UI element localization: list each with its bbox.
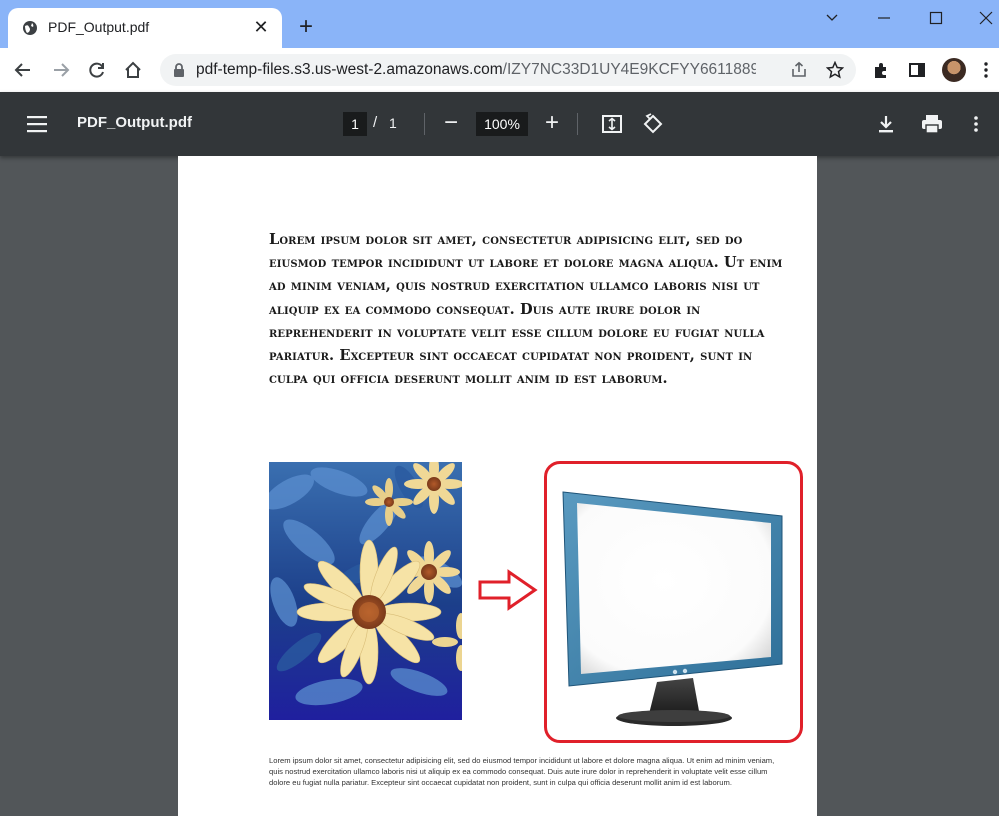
menu-icon[interactable] [26, 114, 48, 134]
globe-icon [23, 21, 37, 35]
close-icon[interactable]: ✕ [250, 16, 272, 38]
extensions-icon[interactable] [866, 55, 896, 85]
address-bar[interactable]: pdf-temp-files.s3.us-west-2.amazonaws.co… [160, 54, 856, 86]
maximize-icon[interactable] [912, 0, 960, 36]
rotate-icon[interactable] [641, 112, 665, 136]
forward-icon[interactable] [46, 55, 76, 85]
more-icon[interactable] [976, 55, 996, 85]
minimize-icon[interactable] [860, 0, 908, 36]
url-path: /IZY7NC33D1UY4E9KCFYY6611889I... [502, 61, 756, 78]
side-panel-icon[interactable] [902, 55, 932, 85]
url-host: pdf-temp-files.s3.us-west-2.amazonaws.co… [196, 61, 503, 78]
zoom-in-button[interactable]: + [541, 109, 563, 137]
more-icon[interactable] [966, 112, 986, 136]
pdf-title: PDF_Output.pdf [77, 114, 192, 131]
chevron-down-icon[interactable] [808, 0, 856, 36]
plus-icon[interactable]: + [292, 14, 320, 42]
small-paragraph: Lorem ipsum dolor sit amet, consectetur … [269, 756, 775, 787]
toolbar-divider [577, 113, 578, 135]
window-close-icon[interactable] [962, 0, 999, 36]
fit-page-icon[interactable] [600, 112, 624, 136]
avatar[interactable] [942, 58, 966, 82]
flower-image [269, 462, 462, 720]
page-number-input[interactable]: 1 [343, 112, 367, 136]
pdf-page: Lorem ipsum dolor sit amet, consectetur … [178, 156, 817, 816]
zoom-level-input[interactable]: 100% [476, 112, 528, 136]
share-icon[interactable] [788, 59, 810, 81]
browser-toolbar: pdf-temp-files.s3.us-west-2.amazonaws.co… [0, 48, 999, 92]
star-icon[interactable] [824, 59, 846, 81]
home-icon[interactable] [118, 55, 148, 85]
url-text: pdf-temp-files.s3.us-west-2.amazonaws.co… [196, 61, 756, 79]
lock-icon[interactable] [172, 62, 186, 78]
reload-icon[interactable] [82, 55, 112, 85]
browser-tab[interactable]: PDF_Output.pdf ✕ [8, 8, 282, 48]
monitor-image [562, 491, 783, 726]
tab-strip: PDF_Output.pdf ✕ + [0, 0, 999, 48]
pdf-toolbar: PDF_Output.pdf 1 / 1 − 100% + [0, 92, 999, 156]
zoom-out-button[interactable]: − [440, 110, 462, 138]
print-icon[interactable] [920, 112, 944, 136]
download-icon[interactable] [874, 112, 898, 136]
back-icon[interactable] [8, 55, 38, 85]
toolbar-divider [424, 113, 425, 135]
heading-paragraph: Lorem ipsum dolor sit amet, consectetur … [269, 231, 783, 388]
arrow-right-icon [478, 569, 538, 611]
tab-title: PDF_Output.pdf [48, 19, 150, 35]
page-total: 1 [389, 115, 397, 131]
page-separator: / [373, 114, 378, 131]
